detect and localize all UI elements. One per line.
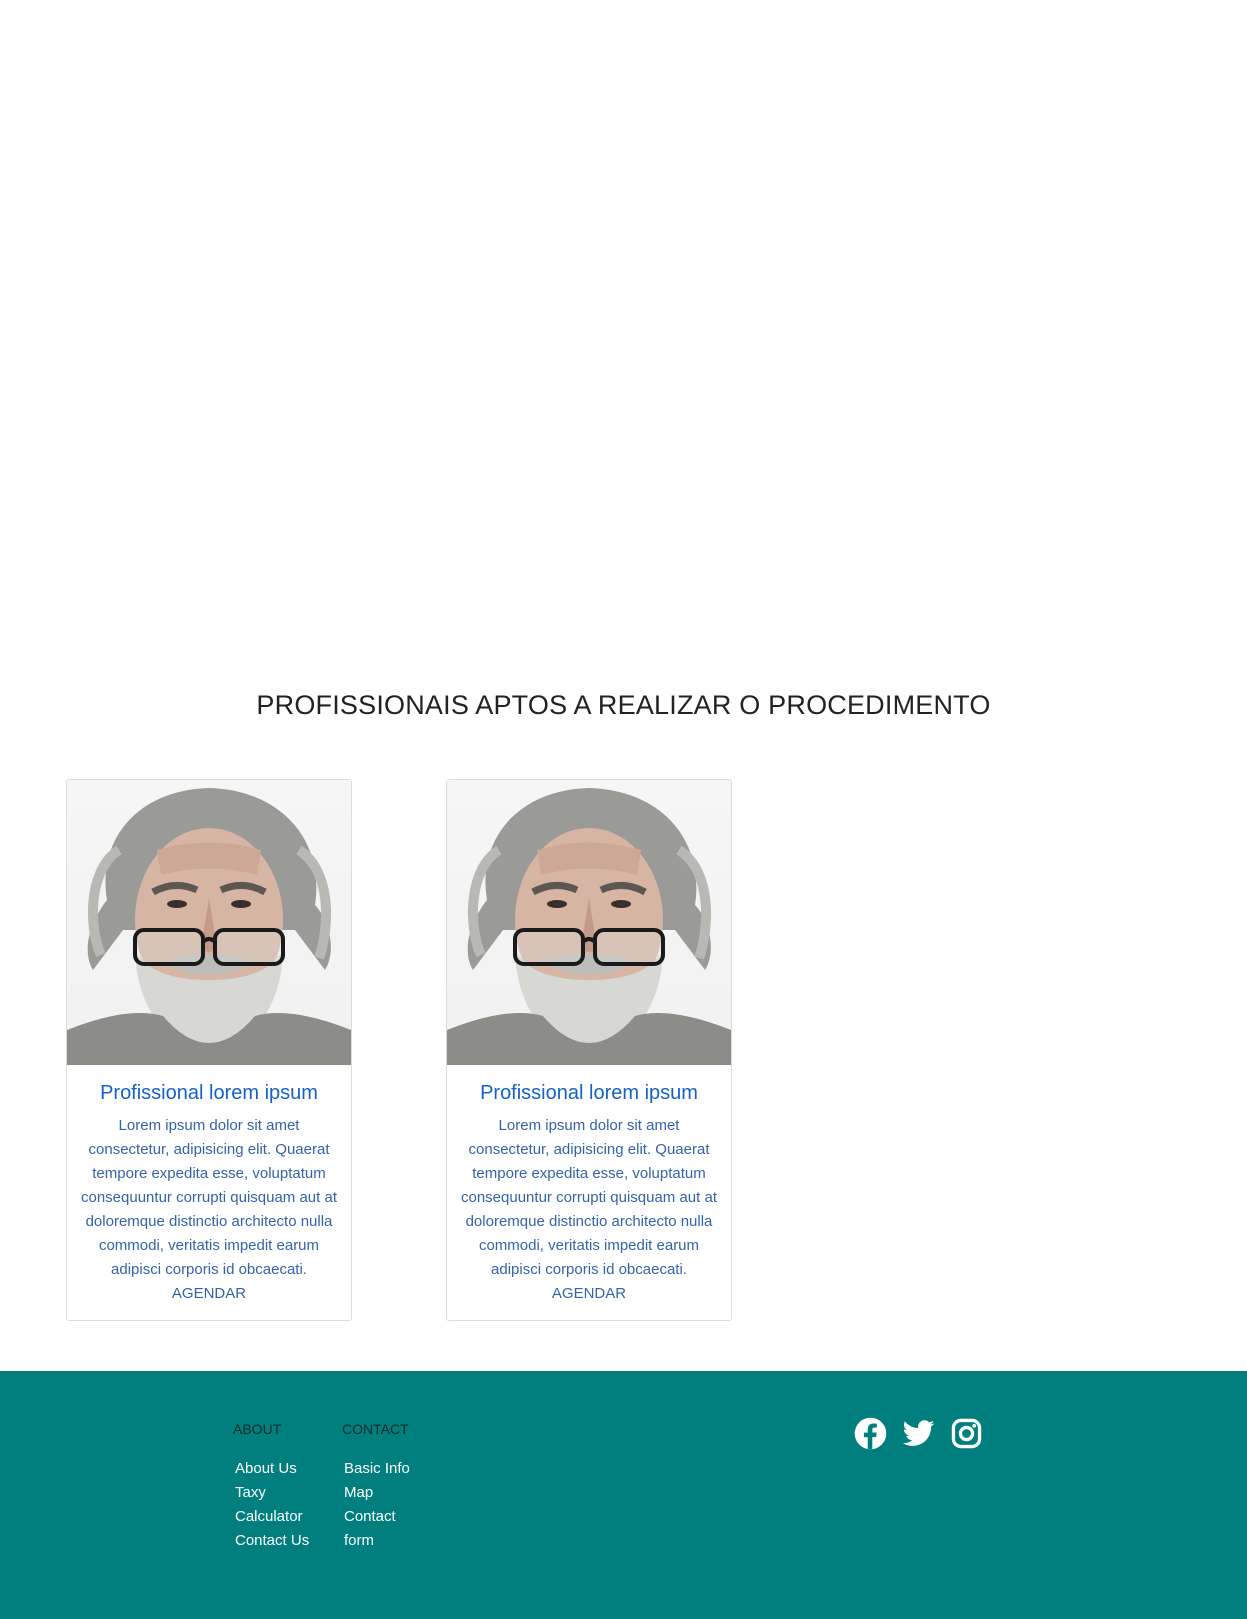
facebook-icon[interactable]	[854, 1417, 887, 1450]
professional-photo	[447, 780, 731, 1065]
footer-contact-column: CONTACT Basic Info Map Contact form	[342, 1421, 432, 1553]
portrait-image	[67, 788, 351, 1065]
instagram-icon[interactable]	[950, 1417, 983, 1450]
footer-link-contact-us[interactable]: Contact Us	[235, 1529, 315, 1553]
hero-blank-area	[0, 0, 1247, 660]
footer-link-map[interactable]: Map	[344, 1481, 414, 1505]
twitter-icon[interactable]	[902, 1417, 935, 1450]
professional-name: Profissional lorem ipsum	[100, 1082, 318, 1104]
social-links	[854, 1417, 983, 1450]
card-body: Profissional lorem ipsum Lorem ipsum dol…	[447, 1065, 731, 1306]
footer-about-links: About Us Taxy Calculator Contact Us	[233, 1457, 315, 1553]
schedule-link[interactable]: AGENDAR	[461, 1282, 717, 1306]
professional-card: Profissional lorem ipsum Lorem ipsum dol…	[446, 779, 732, 1321]
footer-link-about-us[interactable]: About Us	[235, 1457, 315, 1481]
professional-description: Lorem ipsum dolor sit amet consectetur, …	[81, 1117, 337, 1278]
schedule-link[interactable]: AGENDAR	[81, 1282, 337, 1306]
footer-contact-links: Basic Info Map Contact form	[342, 1457, 432, 1553]
professional-description: Lorem ipsum dolor sit amet consectetur, …	[461, 1117, 717, 1278]
footer-link-taxy-calculator[interactable]: Taxy Calculator	[235, 1481, 315, 1529]
professional-photo	[67, 780, 351, 1065]
section-title: PROFISSIONAIS APTOS A REALIZAR O PROCEDI…	[256, 690, 991, 720]
footer-link-contact-form[interactable]: Contact form	[344, 1505, 414, 1553]
card-body: Profissional lorem ipsum Lorem ipsum dol…	[67, 1065, 351, 1306]
footer-about-heading: ABOUT	[233, 1421, 282, 1437]
footer-link-basic-info[interactable]: Basic Info	[344, 1457, 414, 1481]
site-footer: ABOUT About Us Taxy Calculator Contact U…	[0, 1371, 1247, 1619]
footer-about-column: ABOUT About Us Taxy Calculator Contact U…	[233, 1421, 315, 1553]
footer-contact-heading: CONTACT	[342, 1421, 409, 1437]
portrait-image	[447, 788, 731, 1065]
professional-name: Profissional lorem ipsum	[480, 1082, 698, 1104]
professional-card: Profissional lorem ipsum Lorem ipsum dol…	[66, 779, 352, 1321]
